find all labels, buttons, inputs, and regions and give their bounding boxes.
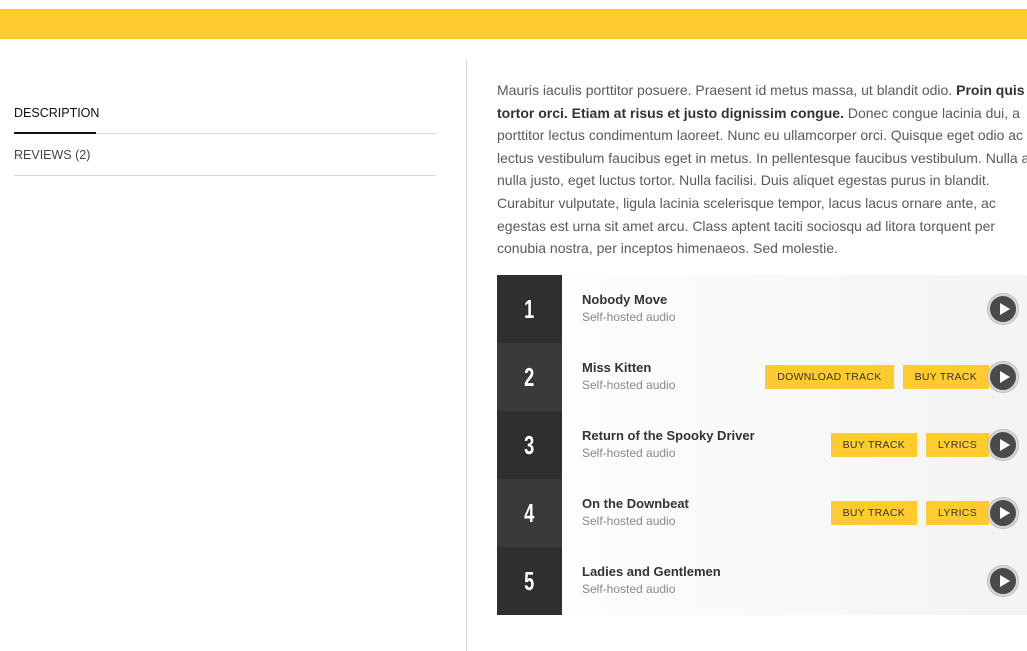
- track-number: 2: [497, 343, 562, 411]
- description-part-2: Donec congue lacinia dui, a porttitor le…: [497, 104, 1027, 257]
- track-row: 4 On the Downbeat Self-hosted audio BUY …: [497, 479, 1027, 547]
- track-subtitle: Self-hosted audio: [582, 446, 676, 460]
- track-row: 5 Ladies and Gentlemen Self-hosted audio: [497, 547, 1027, 615]
- track-number-text: 1: [524, 294, 535, 324]
- track-row: 2 Miss Kitten Self-hosted audio DOWNLOAD…: [497, 343, 1027, 411]
- description-part-1: Mauris iaculis porttitor posuere. Praese…: [497, 82, 957, 98]
- product-tabs: DESCRIPTION REVIEWS (2): [14, 92, 436, 176]
- track-number: 4: [497, 479, 562, 547]
- track-number: 3: [497, 411, 562, 479]
- track-number-text: 2: [524, 362, 535, 392]
- download-track-button[interactable]: DOWNLOAD TRACK: [765, 365, 894, 389]
- track-row: 1 Nobody Move Self-hosted audio: [497, 275, 1027, 343]
- track-list: 1 Nobody Move Self-hosted audio 2 Miss K…: [497, 275, 1027, 615]
- track-subtitle: Self-hosted audio: [582, 582, 676, 596]
- track-title: Return of the Spooky Driver: [582, 428, 755, 443]
- track-actions: BUY TRACK LYRICS: [830, 501, 989, 525]
- track-title: On the Downbeat: [582, 496, 689, 511]
- track-title: Nobody Move: [582, 292, 668, 307]
- play-icon[interactable]: [988, 430, 1018, 460]
- track-title: Ladies and Gentlemen: [582, 564, 721, 579]
- track-number: 1: [497, 275, 562, 343]
- track-number: 5: [497, 547, 562, 615]
- buy-track-button[interactable]: BUY TRACK: [830, 501, 918, 525]
- track-subtitle: Self-hosted audio: [582, 378, 676, 392]
- track-row: 3 Return of the Spooky Driver Self-hoste…: [497, 411, 1027, 479]
- track-subtitle: Self-hosted audio: [582, 310, 676, 324]
- track-number-text: 3: [524, 430, 535, 460]
- track-number-text: 4: [524, 498, 535, 528]
- tab-description[interactable]: DESCRIPTION: [14, 92, 436, 134]
- lyrics-button[interactable]: LYRICS: [926, 501, 989, 525]
- top-accent-bar: [0, 9, 1027, 39]
- play-icon[interactable]: [988, 294, 1018, 324]
- description-text: Mauris iaculis porttitor posuere. Praese…: [497, 79, 1027, 260]
- track-actions: DOWNLOAD TRACK BUY TRACK: [765, 365, 989, 389]
- column-divider: [466, 60, 467, 651]
- lyrics-button[interactable]: LYRICS: [926, 433, 989, 457]
- track-title: Miss Kitten: [582, 360, 652, 375]
- buy-track-button[interactable]: BUY TRACK: [902, 365, 989, 389]
- track-number-text: 5: [524, 566, 535, 596]
- buy-track-button[interactable]: BUY TRACK: [830, 433, 918, 457]
- tab-reviews[interactable]: REVIEWS (2): [14, 134, 436, 176]
- track-subtitle: Self-hosted audio: [582, 514, 676, 528]
- play-icon[interactable]: [988, 362, 1018, 392]
- play-icon[interactable]: [988, 498, 1018, 528]
- play-icon[interactable]: [988, 566, 1018, 596]
- track-actions: BUY TRACK LYRICS: [830, 433, 989, 457]
